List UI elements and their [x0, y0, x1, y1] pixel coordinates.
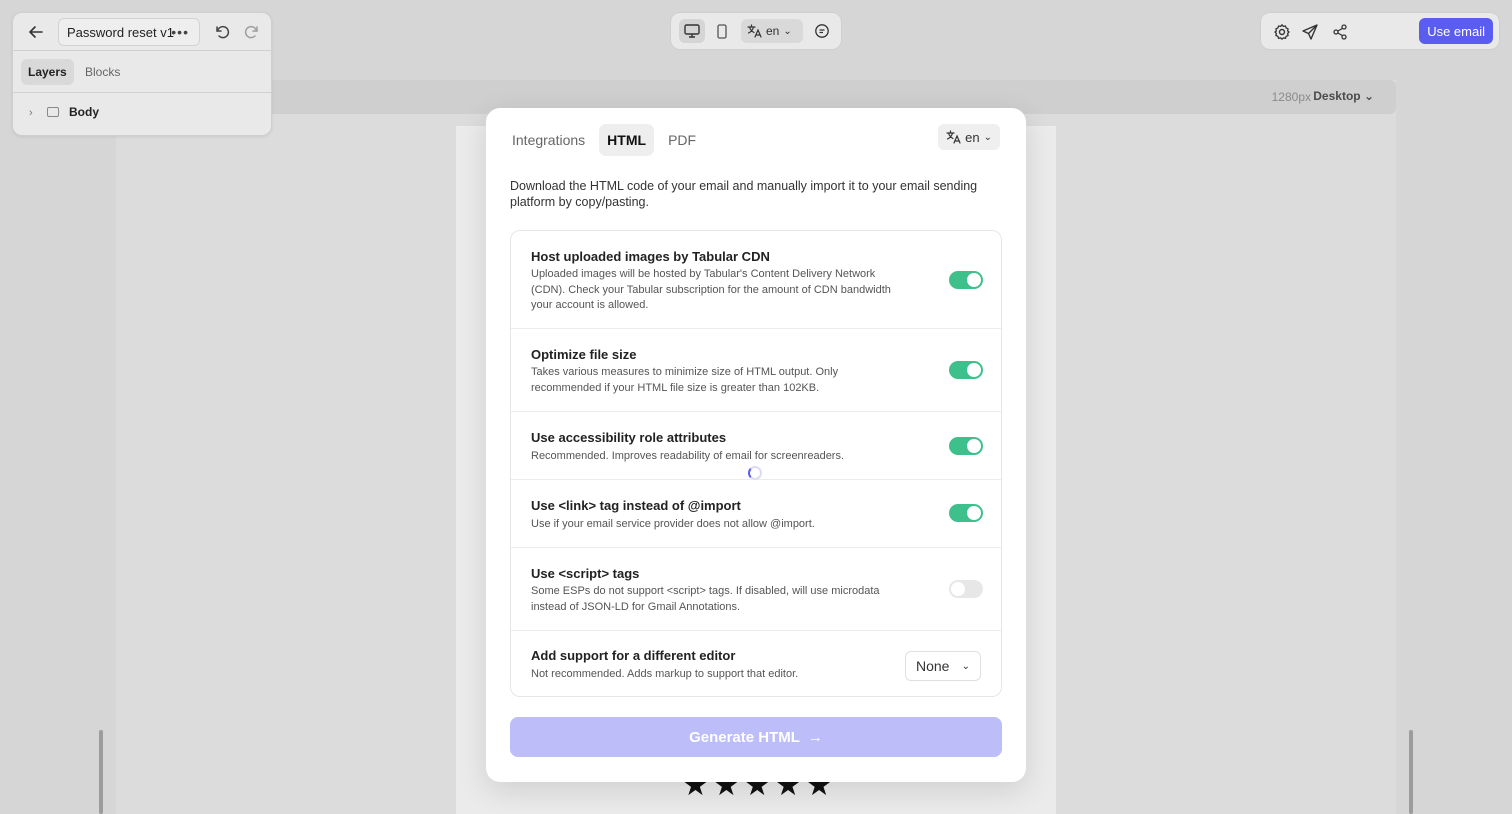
option-script-tags: Use <script> tags Some ESPs do not suppo…: [511, 548, 1001, 631]
option-title: Use <script> tags: [531, 566, 640, 581]
panel-header: Password reset v1 •••: [13, 13, 271, 51]
more-options-icon[interactable]: •••: [171, 24, 189, 40]
desktop-view-icon[interactable]: [679, 19, 705, 43]
option-title: Use accessibility role attributes: [531, 430, 727, 445]
tree-item-body[interactable]: Body: [69, 105, 99, 119]
option-host-cdn: Host uploaded images by Tabular CDN Uplo…: [511, 231, 1001, 329]
option-different-editor: Add support for a different editor Not r…: [511, 631, 1001, 698]
chevron-right-icon[interactable]: ›: [29, 107, 33, 119]
comment-icon[interactable]: [809, 19, 835, 43]
export-modal: Integrations HTML PDF en ⌄ Download the …: [486, 108, 1026, 782]
toggle-link-tag[interactable]: [949, 504, 983, 522]
translate-icon: [747, 24, 762, 38]
tab-integrations[interactable]: Integrations: [504, 124, 593, 156]
option-optimize-size: Optimize file size Takes various measure…: [511, 329, 1001, 412]
language-select[interactable]: en ⌄: [741, 19, 803, 43]
option-title: Host uploaded images by Tabular CDN: [531, 249, 770, 264]
redo-icon[interactable]: [243, 23, 261, 41]
option-desc: Not recommended. Adds markup to support …: [531, 668, 799, 680]
device-label: Desktop: [1313, 89, 1361, 103]
chevron-down-icon: ⌄: [983, 131, 992, 143]
undo-icon[interactable]: [213, 23, 231, 41]
language-label: en: [766, 24, 780, 38]
loading-spinner-icon: [748, 466, 762, 480]
modal-language-label: en: [965, 129, 980, 145]
toggle-accessibility[interactable]: [949, 437, 983, 455]
share-icon[interactable]: [1331, 23, 1349, 41]
option-desc: Use if your email service provider does …: [531, 518, 815, 530]
arrow-right-icon: →: [807, 728, 823, 746]
mobile-view-icon[interactable]: [709, 19, 735, 43]
tab-html[interactable]: HTML: [599, 124, 655, 156]
generate-html-label: Generate HTML: [689, 728, 800, 746]
option-desc: Some ESPs do not support <script> tags. …: [531, 585, 880, 613]
option-link-tag: Use <link> tag instead of @import Use if…: [511, 480, 1001, 548]
scrollbar-right[interactable]: [1409, 730, 1413, 814]
device-select[interactable]: Desktop ⌄: [1313, 89, 1374, 103]
option-title: Optimize file size: [531, 347, 637, 362]
html-options: Host uploaded images by Tabular CDN Uplo…: [510, 230, 1002, 697]
tab-layers[interactable]: Layers: [21, 59, 74, 85]
layers-panel: Password reset v1 ••• Layers Blocks › Bo…: [12, 12, 272, 136]
send-icon[interactable]: [1301, 23, 1319, 41]
chevron-down-icon: ⌄: [783, 25, 792, 37]
tab-pdf[interactable]: PDF: [660, 124, 704, 156]
editor-select[interactable]: None ⌄: [905, 651, 981, 681]
document-name-label: Password reset v1: [67, 25, 174, 40]
option-title: Add support for a different editor: [531, 648, 736, 663]
translate-icon: [946, 130, 961, 144]
actions-toolbar: Use email: [1260, 12, 1500, 50]
use-email-button[interactable]: Use email: [1419, 18, 1493, 44]
toggle-optimize-size[interactable]: [949, 361, 983, 379]
body-layer-icon: [47, 107, 59, 117]
view-toolbar: en ⌄: [670, 12, 842, 50]
chevron-down-icon: ⌄: [961, 660, 970, 672]
toggle-host-cdn[interactable]: [949, 271, 983, 289]
back-arrow-icon[interactable]: [27, 23, 45, 41]
tab-blocks[interactable]: Blocks: [78, 59, 127, 85]
gear-icon[interactable]: [1273, 23, 1291, 41]
editor-select-value: None: [916, 658, 950, 674]
export-tabs: Integrations HTML PDF: [504, 124, 704, 156]
generate-html-button[interactable]: Generate HTML →: [510, 717, 1002, 757]
option-desc: Recommended. Improves readability of ema…: [531, 450, 845, 462]
canvas-resolution: 1280px: [1271, 90, 1311, 104]
toggle-script-tags[interactable]: [949, 580, 983, 598]
scrollbar-left[interactable]: [99, 730, 103, 814]
layer-tree: › Body: [13, 93, 271, 135]
option-desc: Takes various measures to minimize size …: [531, 366, 839, 394]
modal-description: Download the HTML code of your email and…: [510, 179, 978, 209]
option-title: Use <link> tag instead of @import: [531, 498, 741, 513]
panel-tabs: Layers Blocks: [13, 51, 271, 93]
option-desc: Uploaded images will be hosted by Tabula…: [531, 268, 891, 311]
document-name[interactable]: Password reset v1 •••: [58, 18, 200, 46]
modal-language-select[interactable]: en ⌄: [938, 124, 1000, 150]
